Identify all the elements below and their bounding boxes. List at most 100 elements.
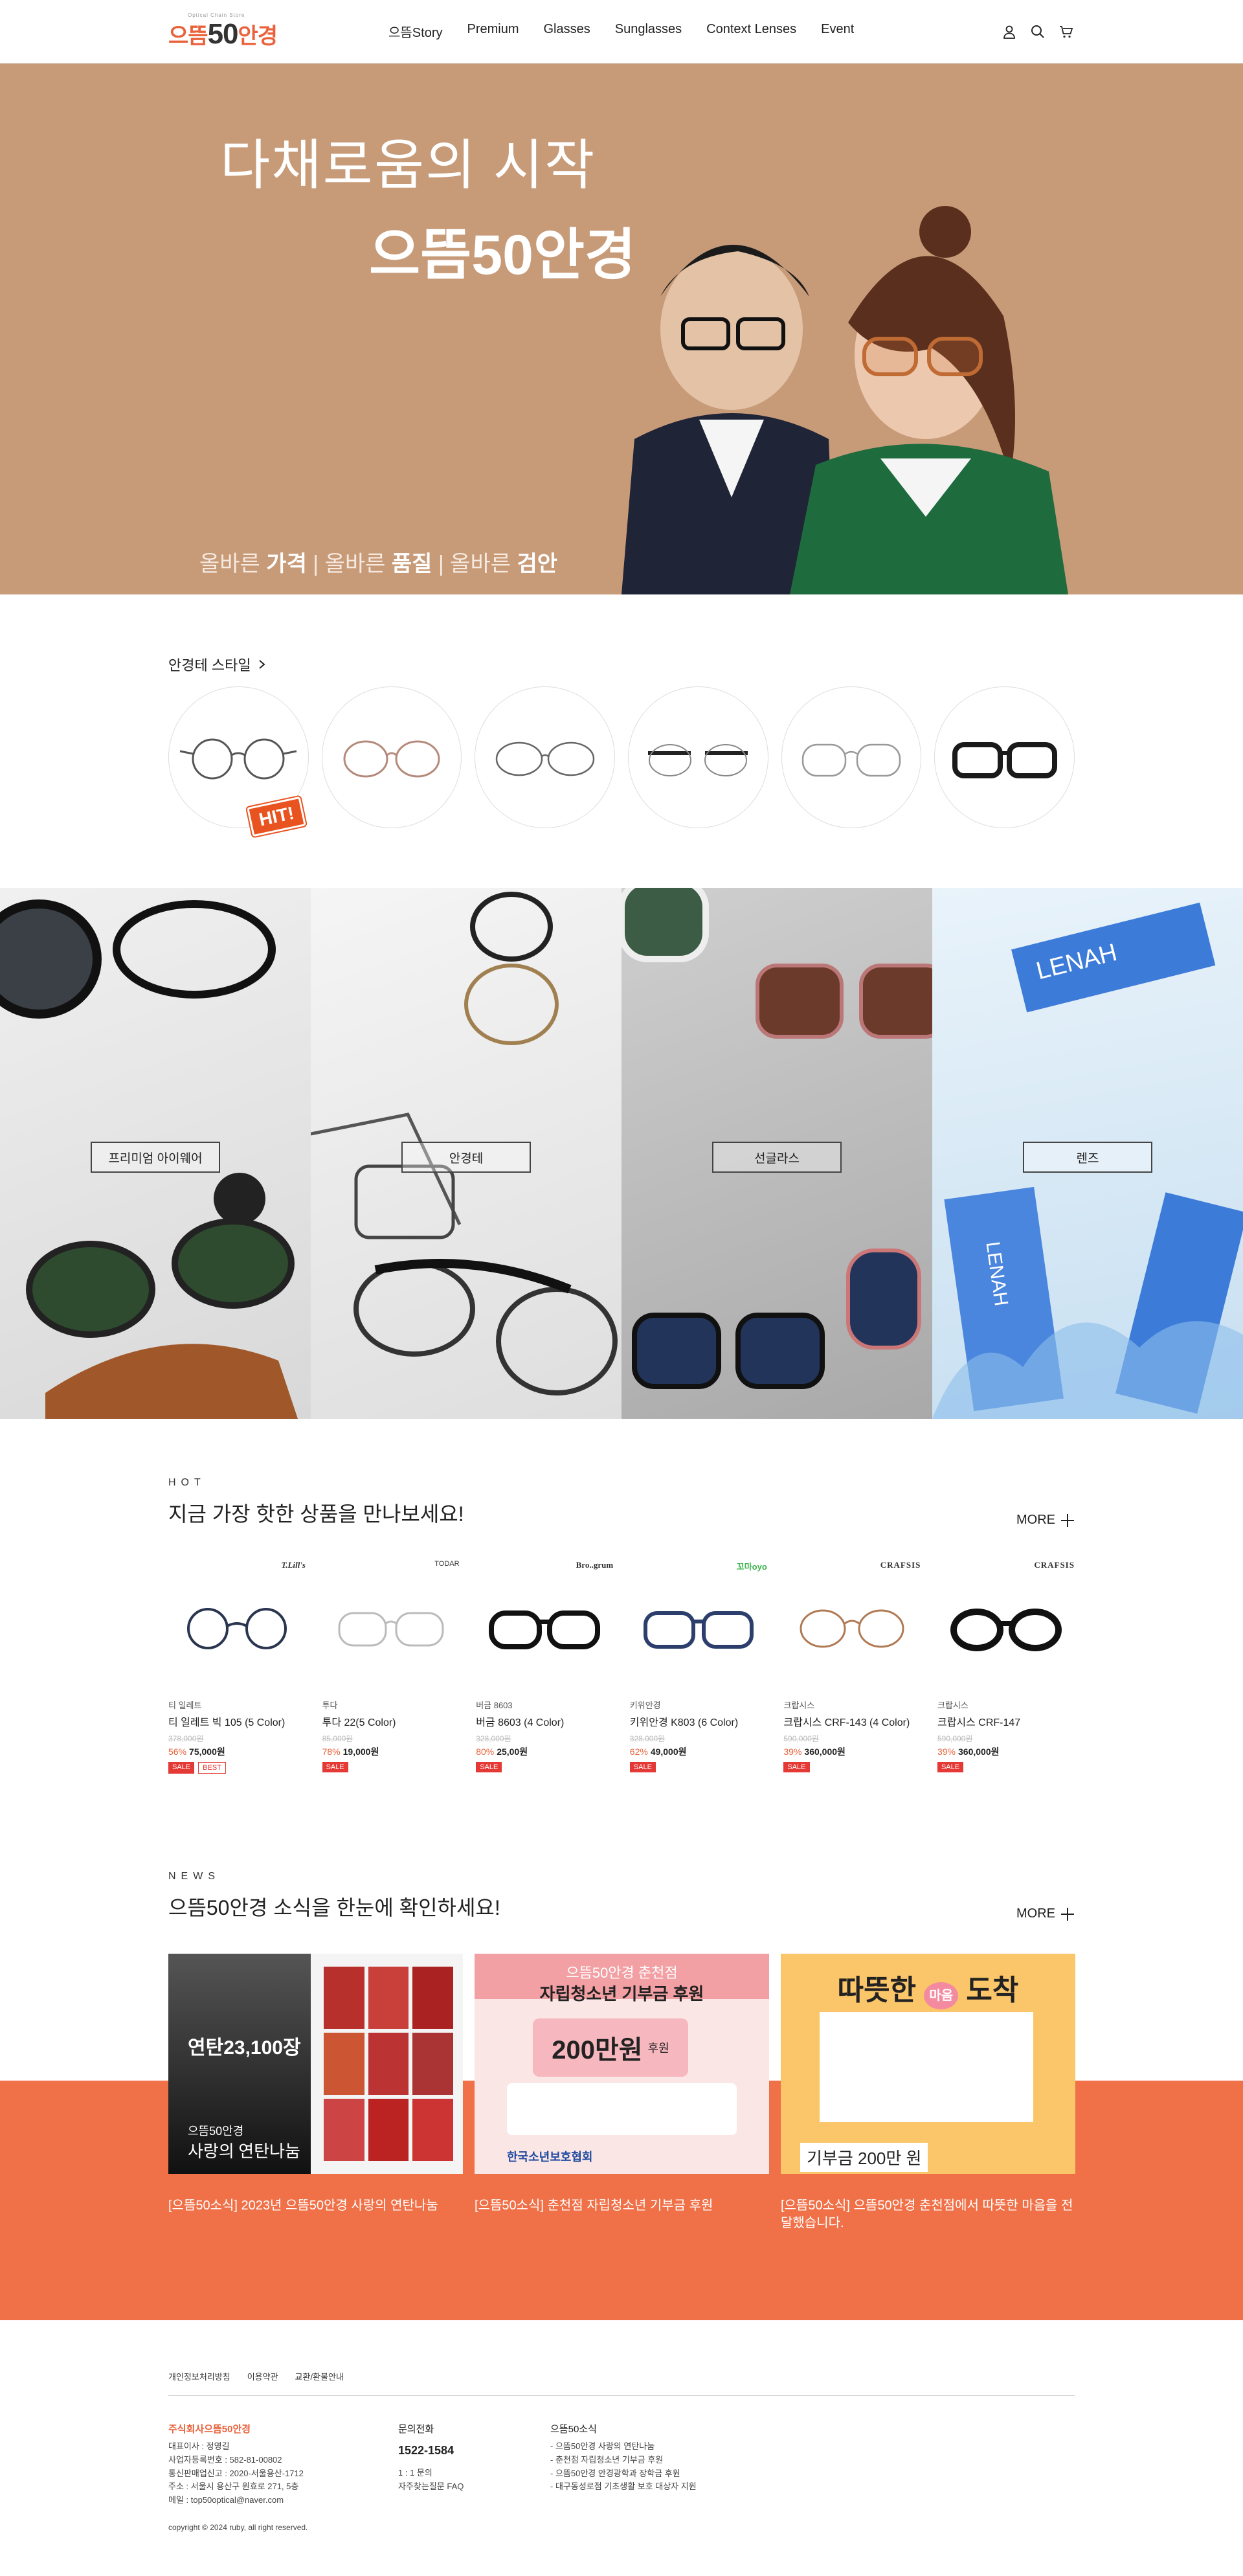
best-badge: BEST	[198, 1762, 226, 1774]
product-image	[643, 1611, 754, 1649]
product-name: 키위안경 K803 (6 Color)	[629, 1717, 739, 1728]
glasses-silver-image	[801, 743, 901, 776]
sale-badge: SALE	[783, 1762, 810, 1772]
frame-style-list: HIT!	[168, 686, 1075, 837]
frame-style-6[interactable]	[934, 686, 1075, 828]
frame-style-3[interactable]	[475, 686, 616, 828]
category-section: 프리미엄 아이웨어 안경테 선글라스 LENAH LENAH 렌즈	[0, 888, 1243, 1419]
cart-icon[interactable]	[1058, 23, 1075, 40]
phone-number[interactable]: 1522-1584	[398, 2441, 550, 2460]
product-image	[338, 1612, 444, 1647]
product-card[interactable]: TODAR 투다 투다 22(5 Color) 85,000원 78% 19,00…	[322, 1560, 460, 1774]
news-more-button[interactable]: MORE	[1016, 1906, 1075, 1921]
news-eyebrow: NEWS	[168, 1871, 220, 1882]
brand-logo: Bro..grum	[576, 1560, 614, 1570]
hot-eyebrow: HOT	[168, 1477, 206, 1488]
glasses-browline-image	[648, 743, 748, 776]
nav-sunglasses[interactable]: Sunglasses	[615, 22, 682, 41]
news-caption: [으뜸50소식] 춘천점 자립청소년 기부금 후원	[475, 2198, 713, 2213]
product-image	[800, 1609, 904, 1648]
nav-event[interactable]: Event	[821, 22, 854, 41]
category-lenses-button[interactable]: 렌즈	[1023, 1142, 1152, 1173]
search-icon[interactable]	[1029, 23, 1046, 40]
privacy-link[interactable]: 개인정보처리방침	[168, 2370, 230, 2382]
product-card[interactable]: CRAFSIS 크랍시스 크랍시스 CRF-147 590,000원 39% 36…	[937, 1560, 1075, 1774]
hero-models-image	[622, 206, 1068, 594]
news-item[interactable]: 따뜻한 마음 도착 기부금 200만 원 [으뜸50소식] 으뜸50안경 춘천점…	[781, 1954, 1075, 2232]
category-sunglasses[interactable]: 선글라스	[622, 888, 932, 1419]
brand-logo: CRAFSIS	[1034, 1560, 1075, 1570]
sale-badge: SALE	[937, 1762, 964, 1772]
refund-link[interactable]: 교환/환불안내	[295, 2370, 344, 2382]
product-card[interactable]: Bro..grum 버금 8603 버금 8603 (4 Color) 328,…	[476, 1560, 613, 1774]
hero-tagline: 올바른 가격 | 올바른 품질 | 올바른 검안	[199, 552, 558, 576]
plus-icon	[1061, 1907, 1074, 1921]
category-frames[interactable]: 안경테	[311, 888, 622, 1419]
nav-premium[interactable]: Premium	[467, 22, 519, 41]
sale-badge: SALE	[629, 1762, 656, 1772]
category-frames-button[interactable]: 안경테	[401, 1142, 531, 1173]
main-nav: 으뜸Story Premium Glasses Sunglasses Conte…	[388, 22, 854, 41]
logo[interactable]: Optical Chain Store 으뜸50안경	[168, 12, 388, 51]
footer-contact: 문의전화 1522-1584 1 : 1 문의 자주찾는질문 FAQ	[398, 2422, 550, 2507]
brand-logo: T.Lill's	[281, 1560, 306, 1570]
sale-badge: SALE	[476, 1762, 502, 1772]
product-card[interactable]: CRAFSIS 크랍시스 크랍시스 CRF-143 (4 Color) 590,…	[783, 1560, 921, 1774]
news-caption: [으뜸50소식] 2023년 으뜸50안경 사랑의 연탄나눔	[168, 2198, 438, 2213]
product-name: 투다 22(5 Color)	[322, 1717, 396, 1728]
frame-style-title[interactable]: 안경테 스타일	[168, 654, 1075, 675]
footer-news: 으뜸50소식 - 으뜸50안경 사랑의 연탄나눔 - 춘천점 자립청소년 기부금…	[550, 2424, 697, 2492]
brand-logo: CRAFSIS	[880, 1560, 921, 1570]
user-icon[interactable]	[1001, 23, 1018, 40]
product-name: 크랍시스 CRF-147	[937, 1717, 1021, 1728]
product-name: 티 일레트 빅 105 (5 Color)	[168, 1717, 286, 1728]
product-image	[187, 1608, 287, 1649]
product-card[interactable]: 꼬마oyo 키위안경 키위안경 K803 (6 Color) 328,000원 …	[629, 1560, 767, 1774]
frame-style-5[interactable]	[781, 686, 922, 828]
glasses-metal-rose-image	[343, 740, 440, 777]
header-utilities	[1001, 23, 1075, 40]
site-header: Optical Chain Store 으뜸50안경 으뜸Story Premi…	[0, 0, 1243, 63]
frame-style-2[interactable]	[321, 686, 462, 828]
news-title: 으뜸50안경 소식을 한눈에 확인하세요!	[168, 1896, 500, 1919]
news-item[interactable]: 연탄23,100장 으뜸50안경 사랑의 연탄나눔 [으뜸50소식] 2023년…	[168, 1954, 463, 2232]
hero-headline: 다채로움의 시작	[220, 135, 596, 196]
nav-glasses[interactable]: Glasses	[544, 22, 590, 41]
news-list: 연탄23,100장 으뜸50안경 사랑의 연탄나눔 [으뜸50소식] 2023년…	[168, 1954, 1075, 2232]
one-to-one-link[interactable]: 1 : 1 문의	[398, 2467, 550, 2480]
hero-brand: 으뜸50안경	[369, 224, 636, 286]
hot-title: 지금 가장 핫한 상품을 만나보세요!	[168, 1502, 464, 1526]
footer-links: 개인정보처리방침 이용약관 교환/환불안내	[168, 2357, 1075, 2396]
category-premium-button[interactable]: 프리미엄 아이웨어	[91, 1142, 220, 1173]
frame-style-1[interactable]: HIT!	[168, 686, 309, 837]
terms-link[interactable]: 이용약관	[247, 2370, 278, 2382]
nav-contact-lenses[interactable]: Context Lenses	[706, 22, 796, 41]
news-thumb: 연탄23,100장 으뜸50안경 사랑의 연탄나눔	[168, 1954, 463, 2174]
hit-badge: HIT!	[247, 796, 307, 837]
product-image	[489, 1610, 601, 1649]
chevron-right-icon	[258, 660, 265, 669]
category-premium[interactable]: 프리미엄 아이웨어	[0, 888, 311, 1419]
category-sunglasses-button[interactable]: 선글라스	[712, 1142, 842, 1173]
product-list: T.Lill's 티 일레트 티 일레트 빅 105 (5 Color) 378…	[168, 1560, 1075, 1774]
sale-badge: SALE	[168, 1762, 195, 1774]
product-name: 크랍시스 CRF-143 (4 Color)	[783, 1717, 910, 1728]
sale-badge: SALE	[322, 1762, 348, 1772]
news-item[interactable]: 으뜸50안경 춘천점 자립청소년 기부금 후원 200만원 후원 한국소년보호협…	[475, 1954, 769, 2232]
plus-icon	[1061, 1513, 1074, 1527]
news-thumb: 따뜻한 마음 도착 기부금 200만 원	[781, 1954, 1075, 2174]
news-section: NEWS 으뜸50안경 소식을 한눈에 확인하세요! MORE 연탄23,100…	[0, 1871, 1243, 2389]
product-card[interactable]: T.Lill's 티 일레트 티 일레트 빅 105 (5 Color) 378…	[168, 1560, 306, 1774]
hero-banner: 다채로움의 시작 으뜸50안경 올바른 가격 | 올바른 품질 | 올바른 검안	[0, 63, 1243, 594]
nav-story[interactable]: 으뜸Story	[388, 22, 442, 41]
product-name: 버금 8603 (4 Color)	[476, 1717, 565, 1728]
product-image	[950, 1609, 1062, 1651]
glasses-black-square-image	[952, 741, 1057, 778]
brand-logo: TODAR	[434, 1560, 460, 1568]
hot-more-button[interactable]: MORE	[1016, 1513, 1075, 1528]
category-lenses[interactable]: LENAH LENAH 렌즈	[932, 888, 1243, 1419]
faq-link[interactable]: 자주찾는질문 FAQ	[398, 2480, 550, 2494]
glasses-round-thin-image	[180, 738, 297, 779]
frame-style-4[interactable]	[628, 686, 768, 828]
footer-company: 주식회사으뜸50안경 대표이사 : 정영길 사업자등록번호 : 582-81-0…	[168, 2424, 304, 2505]
